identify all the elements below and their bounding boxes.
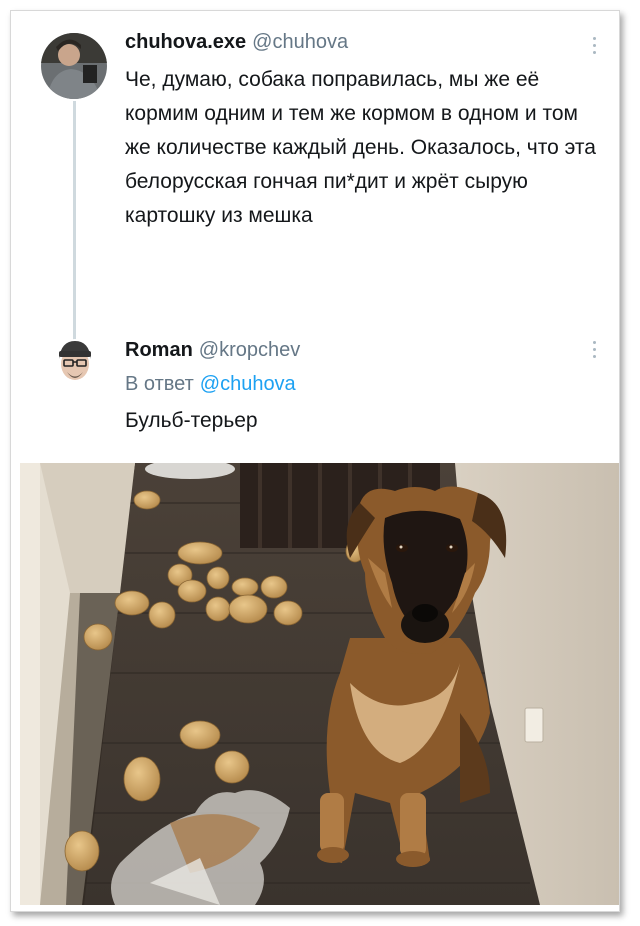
avatar-chuhova[interactable] [41,33,107,99]
reply-prefix: В ответ [125,373,194,395]
author-handle[interactable]: @chuhova [252,31,348,53]
avatar-roman[interactable] [53,339,97,383]
tweet-card: chuhova.exe @chuhova Че, думаю, собака по… [10,10,620,912]
reply-author-handle[interactable]: @kropchev [199,339,300,361]
tweet-header: chuhova.exe @chuhova [125,31,348,54]
thread-connector-line [73,101,76,341]
reply-text: Бульб-терьер [125,409,258,432]
reply-header: Roman @kropchev [125,339,300,362]
reply-author-name[interactable]: Roman [125,339,193,361]
reply-to-link[interactable]: @chuhova [200,373,296,395]
author-name[interactable]: chuhova.exe [125,31,246,53]
reply-to-line: В ответ @chuhova [125,373,296,396]
more-icon[interactable] [591,37,597,59]
more-icon[interactable] [591,341,597,363]
tweet-text: Че, думаю, собака поправилась, мы же её … [125,68,596,227]
attached-photo[interactable] [20,459,619,905]
